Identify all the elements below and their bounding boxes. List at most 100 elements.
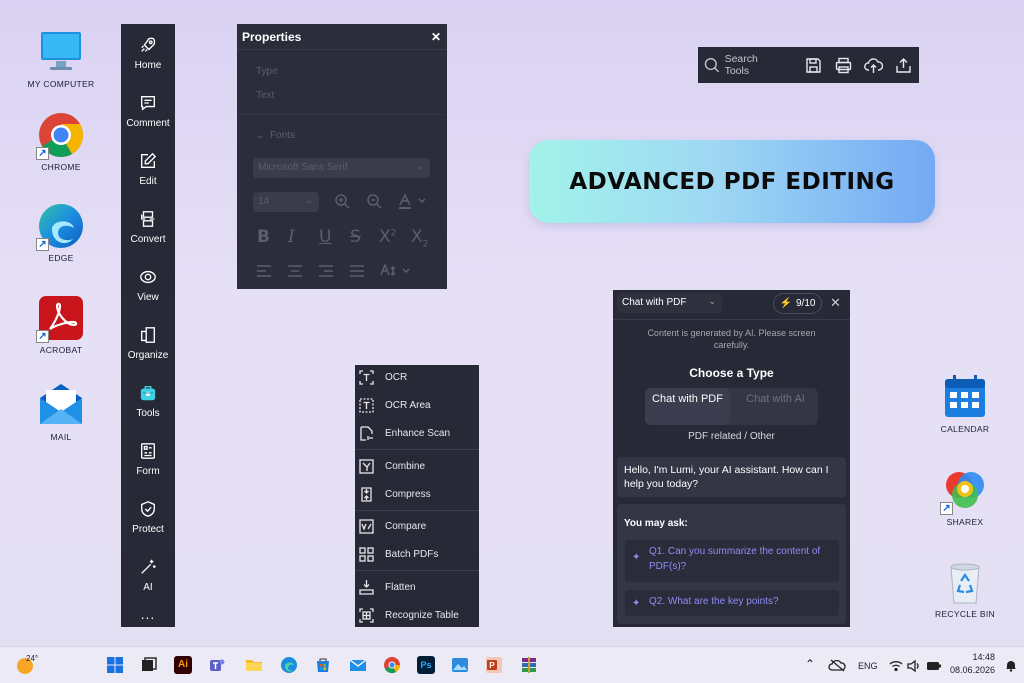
desktop-icon-mail[interactable]: MAIL (21, 382, 101, 442)
tool-compress[interactable]: Compress (355, 484, 479, 504)
taskbar-mail-icon[interactable] (349, 656, 367, 674)
taskbar-photos-icon[interactable] (451, 656, 469, 674)
desktop-icon-edge[interactable]: ↗ EDGE (21, 203, 101, 263)
tool-ocr[interactable]: OCR (355, 367, 479, 387)
chevron-up-icon[interactable]: ⌃ (805, 657, 815, 671)
type-label: Type (256, 66, 278, 77)
nav-item-comment[interactable]: Comment (121, 82, 175, 140)
save-button[interactable] (798, 57, 828, 74)
nav-item-convert[interactable]: Convert (121, 198, 175, 256)
align-center-icon[interactable] (287, 264, 303, 278)
menu-divider (355, 510, 479, 511)
left-nav-sidebar: Home Comment Edit Convert View Organize … (121, 24, 175, 627)
taskbar-task-view[interactable] (140, 656, 158, 674)
tool-flatten[interactable]: Flatten (355, 577, 479, 597)
superscript-icon[interactable]: X2 (379, 227, 396, 247)
font-size-increase-icon[interactable] (334, 193, 351, 210)
nav-item-form[interactable]: Form (121, 430, 175, 488)
onedrive-icon[interactable] (828, 658, 846, 677)
taskbar-chrome-icon[interactable] (383, 656, 401, 674)
tool-label: Compare (385, 520, 427, 532)
print-button[interactable] (829, 57, 859, 74)
share-button[interactable] (889, 57, 919, 74)
line-spacing-icon[interactable] (380, 262, 412, 278)
taskbar-store-icon[interactable] (314, 656, 332, 674)
close-icon[interactable]: ✕ (830, 295, 841, 311)
justify-icon[interactable] (349, 264, 365, 278)
cloud-upload-button[interactable] (859, 57, 889, 74)
chevron-down-icon: ⌄ (304, 195, 313, 206)
chevron-down-icon: ⌄ (256, 130, 265, 141)
italic-icon[interactable]: I (288, 227, 295, 247)
desktop-icon-my-computer[interactable]: MY COMPUTER (21, 29, 101, 89)
flatten-icon (359, 579, 374, 595)
taskbar-illustrator-icon[interactable]: Ai (174, 656, 192, 674)
menu-divider (355, 570, 479, 571)
fonts-section[interactable]: ⌄ Fonts (256, 130, 295, 141)
desktop-icon-recycle-bin[interactable]: RECYCLE BIN (925, 559, 1005, 619)
tool-recognize-table[interactable]: Recognize Table (355, 605, 479, 625)
language-indicator[interactable]: ENG (858, 661, 878, 671)
taskbar-winrar-icon[interactable] (520, 656, 538, 674)
chat-mode-value: Chat with PDF (622, 297, 687, 308)
desktop-icon-label: CALENDAR (940, 424, 990, 434)
option-chat-with-pdf[interactable]: Chat with PDF (645, 388, 730, 425)
nav-item-view[interactable]: View (121, 256, 175, 314)
font-size-select[interactable]: 14 ⌄ (253, 192, 319, 212)
align-right-icon[interactable] (318, 264, 334, 278)
taskbar-file-explorer-icon[interactable] (245, 656, 263, 674)
text-color-icon[interactable] (397, 193, 427, 210)
nav-item-protect[interactable]: Protect (121, 488, 175, 546)
taskbar-teams-icon[interactable] (208, 656, 226, 674)
suggested-question-2[interactable]: ✦ Q2. What are the key points? (625, 590, 839, 616)
subscript-icon[interactable]: X2 (411, 227, 428, 249)
nav-item-edit[interactable]: Edit (121, 140, 175, 198)
tool-enhance-scan[interactable]: Enhance Scan (355, 423, 479, 443)
nav-item-tools[interactable]: Tools (121, 372, 175, 430)
close-icon[interactable]: ✕ (431, 30, 441, 44)
shortcut-arrow-icon: ↗ (940, 502, 953, 515)
wifi-icon[interactable] (889, 659, 903, 677)
suggested-question-1[interactable]: ✦ Q1. Can you summarize the content of P… (625, 540, 839, 582)
underline-icon[interactable]: U (319, 227, 331, 247)
desktop-icon-sharex[interactable]: ↗ SHAREX (925, 467, 1005, 527)
tool-ocr-area[interactable]: OCR Area (355, 395, 479, 415)
font-family-select[interactable]: Microsoft Sans Serif ⌄ (253, 158, 430, 178)
chat-mode-select[interactable]: Chat with PDF ⌄ (617, 293, 722, 313)
divider (613, 319, 850, 320)
sparkle-icon: ✦ (632, 552, 641, 563)
nav-label: Edit (139, 175, 157, 187)
battery-icon[interactable] (926, 659, 942, 677)
nav-item-ai[interactable]: AI (121, 546, 175, 604)
taskbar-powerpoint-icon[interactable]: P (485, 656, 503, 674)
align-left-icon[interactable] (256, 264, 272, 278)
tool-batch-pdfs[interactable]: Batch PDFs (355, 544, 479, 564)
tool-compare[interactable]: Compare (355, 516, 479, 536)
desktop-icon-chrome[interactable]: ↗ CHROME (21, 112, 101, 172)
tool-combine[interactable]: Combine (355, 456, 479, 476)
notification-bell-icon[interactable] (1005, 659, 1017, 677)
desktop-icon-acrobat[interactable]: ↗ ACROBAT (21, 295, 101, 355)
volume-icon[interactable] (907, 659, 921, 677)
taskbar-photoshop-icon[interactable]: Ps (417, 656, 435, 674)
properties-panel: Properties ✕ Type Text ⌄ Fonts Microsoft… (237, 24, 447, 289)
clock-date[interactable]: 08.06.2026 (949, 665, 995, 675)
windows-icon (107, 657, 123, 673)
top-toolbar: Search Tools (698, 47, 919, 83)
strikethrough-icon[interactable]: S (350, 227, 361, 247)
font-size-decrease-icon[interactable] (366, 193, 383, 210)
taskbar-edge-icon[interactable] (280, 656, 298, 674)
start-button[interactable] (106, 656, 124, 674)
nav-item-home[interactable]: Home (121, 24, 175, 82)
search-tools-input[interactable]: Search Tools (725, 53, 784, 77)
nav-item-organize[interactable]: Organize (121, 314, 175, 372)
taskbar: 24° Ai Ps P ⌃ ENG 14:48 08.06.2026 (0, 646, 1024, 683)
clock-time[interactable]: 14:48 (967, 652, 995, 662)
more-icon[interactable]: ... (121, 606, 175, 622)
nav-label: Tools (136, 407, 160, 419)
option-chat-with-ai[interactable]: Chat with AI (733, 388, 818, 425)
desktop-icon-calendar[interactable]: CALENDAR (925, 374, 1005, 434)
desktop-icon-label: ACROBAT (39, 345, 83, 355)
ai-wand-icon (141, 559, 156, 574)
bold-icon[interactable]: B (257, 227, 270, 247)
